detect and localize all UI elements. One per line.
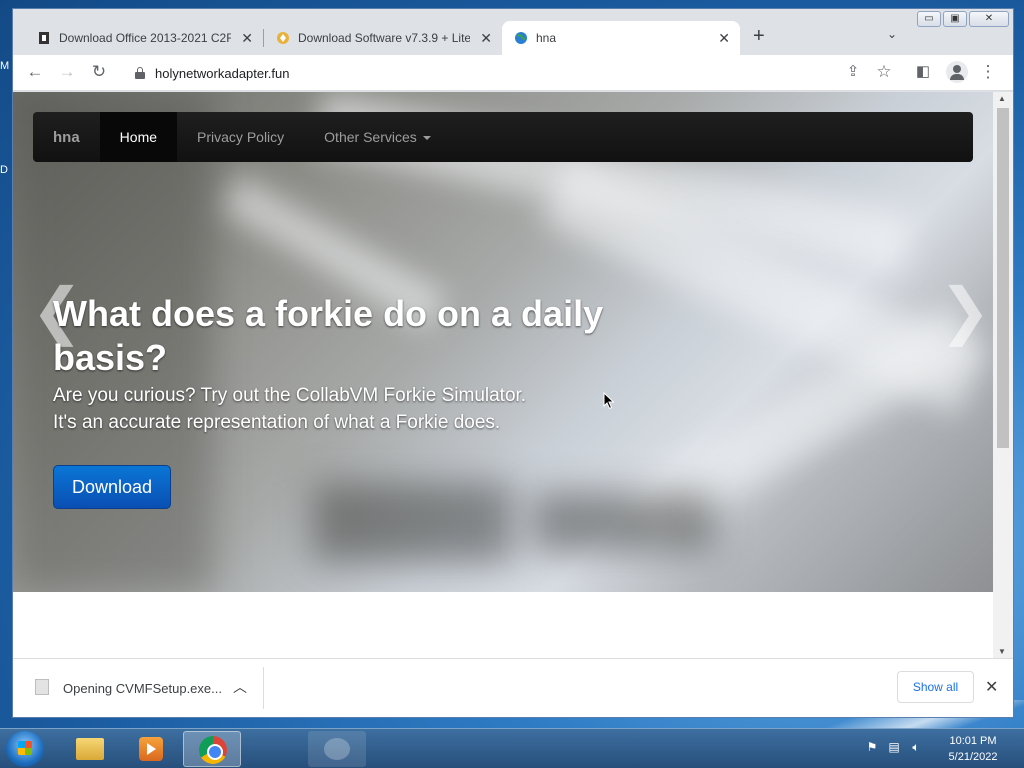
taskbar-explorer[interactable]	[60, 731, 118, 767]
office-favicon-icon	[39, 32, 49, 44]
desktop-icon-label: M	[0, 60, 10, 72]
window-controls: ▭ ▣ ✕	[917, 11, 1009, 29]
windows-logo-icon	[18, 741, 32, 755]
background-shadow	[313, 482, 513, 562]
site-brand[interactable]: hna	[33, 129, 100, 146]
address-bar[interactable]: holynetworkadapter.fun	[125, 59, 893, 87]
shelf-divider	[263, 667, 264, 709]
forward-arrow-icon[interactable]: →	[57, 63, 77, 81]
hero-text-line: It's an accurate representation of what …	[53, 412, 501, 433]
nav-home[interactable]: Home	[99, 112, 178, 162]
window-close-icon[interactable]: ✕	[969, 11, 1009, 27]
clock-time: 10:01 PM	[949, 735, 997, 747]
page-viewport: hna Home Privacy Policy Other Services ❮…	[13, 92, 993, 658]
action-center-flag-icon[interactable]: ⚑	[864, 739, 880, 755]
new-tab-icon[interactable]: +	[753, 25, 765, 48]
url-text[interactable]: holynetworkadapter.fun	[155, 66, 289, 81]
lock-icon[interactable]	[135, 67, 145, 79]
background-shadow	[533, 492, 713, 552]
taskbar-media-player[interactable]	[121, 731, 179, 767]
back-arrow-icon[interactable]: ←	[25, 63, 45, 81]
chrome-icon	[199, 736, 227, 764]
reload-icon[interactable]: ↻	[89, 63, 109, 81]
page-scrollbar[interactable]: ▲ ▼	[993, 92, 1013, 658]
show-all-button[interactable]: Show all	[897, 671, 974, 703]
scroll-thumb[interactable]	[997, 108, 1009, 448]
clock-date: 5/21/2022	[948, 751, 998, 763]
hero-text-line: Are you curious? Try out the CollabVM Fo…	[53, 385, 527, 406]
folder-icon	[76, 738, 104, 760]
taskbar: ⚑ ▤ 🔈︎ 10:01 PM 5/21/2022	[0, 728, 1024, 768]
download-button[interactable]: Download	[53, 465, 171, 509]
share-icon[interactable]: ⇪	[843, 63, 863, 81]
profile-avatar-icon[interactable]	[946, 61, 968, 83]
installer-icon	[324, 738, 350, 760]
dropdown-caret-icon	[422, 136, 431, 141]
hero-heading: What does a forkie do on a daily basis?	[53, 293, 604, 378]
close-shelf-icon[interactable]: ✕	[985, 677, 998, 697]
site-navbar: hna Home Privacy Policy Other Services	[33, 112, 973, 162]
taskbar-installer[interactable]	[308, 731, 366, 767]
nav-privacy-policy[interactable]: Privacy Policy	[177, 112, 304, 162]
tab-office-download[interactable]: Download Office 2013-2021 C2R ✕	[25, 21, 263, 55]
tab-title: hna	[536, 31, 557, 45]
nav-other-services[interactable]: Other Services	[304, 112, 451, 162]
browser-toolbar: ← → ↻ holynetworkadapter.fun ⇪ ☆ ◧ ⋮	[13, 55, 1013, 91]
scroll-up-arrow-icon[interactable]: ▲	[998, 94, 1006, 103]
network-icon[interactable]: ▤	[886, 739, 902, 755]
start-button[interactable]	[6, 731, 44, 767]
close-tab-icon[interactable]: ✕	[480, 30, 492, 47]
tab-title: Download Software v7.3.9 + Lite	[298, 31, 470, 45]
media-player-icon	[139, 737, 163, 761]
restore-icon[interactable]: ▣	[943, 11, 967, 27]
globe-favicon-icon	[515, 32, 527, 44]
close-tab-icon[interactable]: ✕	[241, 30, 253, 47]
taskbar-chrome[interactable]	[183, 731, 241, 767]
close-tab-icon[interactable]: ✕	[718, 30, 730, 47]
tab-strip: Download Office 2013-2021 C2R ✕ Download…	[13, 9, 1013, 55]
bookmark-star-icon[interactable]: ☆	[874, 63, 894, 81]
side-panel-icon[interactable]: ◧	[913, 63, 933, 81]
mouse-cursor-icon	[603, 392, 615, 410]
tab-hna[interactable]: hna ✕	[502, 21, 740, 55]
desktop-icon-label: D	[0, 164, 8, 176]
system-clock[interactable]: 10:01 PM 5/21/2022	[930, 733, 1016, 765]
tab-software-download[interactable]: Download Software v7.3.9 + Lite ✕	[264, 21, 502, 55]
download-shelf: Opening CVMFSetup.exe... ︿ Show all ✕	[13, 658, 1013, 717]
download-item-label[interactable]: Opening CVMFSetup.exe...	[63, 681, 222, 696]
carousel-next-icon[interactable]: ❯	[939, 281, 991, 343]
scroll-down-arrow-icon[interactable]: ▼	[998, 647, 1006, 656]
hero-carousel: hna Home Privacy Policy Other Services ❮…	[13, 92, 993, 592]
browser-window: Download Office 2013-2021 C2R ✕ Download…	[12, 8, 1014, 718]
chevron-up-icon[interactable]: ︿	[233, 677, 247, 697]
tab-title: Download Office 2013-2021 C2R	[59, 31, 231, 45]
software-favicon-icon	[277, 32, 289, 44]
tab-search-chevron-icon[interactable]: ⌄	[887, 27, 897, 41]
menu-kebab-icon[interactable]: ⋮	[978, 63, 998, 81]
minimize-icon[interactable]: ▭	[917, 11, 941, 27]
volume-icon[interactable]: 🔈︎	[908, 739, 924, 755]
system-tray: ⚑ ▤ 🔈︎	[864, 739, 924, 755]
nav-other-services-label: Other Services	[324, 129, 417, 145]
file-icon	[35, 679, 49, 695]
hero-caption: What does a forkie do on a daily basis? …	[53, 292, 613, 436]
